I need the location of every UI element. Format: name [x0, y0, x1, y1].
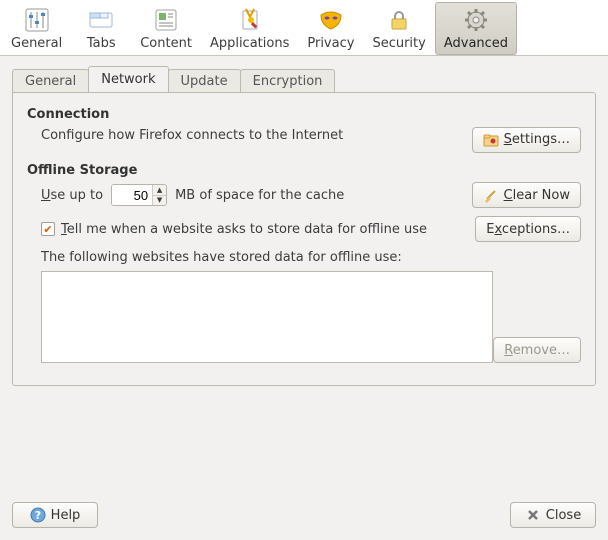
- category-privacy-label: Privacy: [307, 36, 354, 51]
- offline-sites-listbox[interactable]: [41, 271, 493, 363]
- close-button[interactable]: Close: [510, 502, 596, 528]
- subtab-encryption-label: Encryption: [253, 74, 323, 89]
- help-button[interactable]: ? Help: [12, 502, 98, 528]
- tell-me-label: Tell me when a website asks to store dat…: [61, 222, 427, 237]
- category-advanced[interactable]: Advanced: [435, 2, 517, 55]
- subtab-general-label: General: [25, 74, 76, 89]
- network-pane: Connection Configure how Firefox connect…: [12, 92, 596, 386]
- exceptions-button[interactable]: Exceptions… Exceptions…: [475, 216, 581, 242]
- category-general[interactable]: General: [2, 2, 71, 55]
- spin-up-icon[interactable]: ▲: [153, 185, 166, 196]
- offline-title: Offline Storage: [27, 163, 581, 178]
- category-applications-label: Applications: [210, 36, 289, 51]
- remove-label: Remove…: [504, 343, 570, 358]
- subtab-network-label: Network: [101, 72, 155, 87]
- cache-size-input[interactable]: [112, 185, 152, 205]
- subtab-update-label: Update: [181, 74, 228, 89]
- clear-now-button[interactable]: Clear Now Clear Now: [472, 182, 581, 208]
- subtab-update[interactable]: Update: [168, 69, 241, 93]
- subtab-general[interactable]: General: [12, 69, 89, 93]
- settings-folder-icon: [483, 132, 499, 148]
- category-content[interactable]: Content: [131, 2, 201, 55]
- category-toolbar: General Tabs Content Applications Privac…: [0, 0, 608, 56]
- tell-me-checkbox[interactable]: Tell me when a website asks to store dat…: [41, 222, 427, 237]
- category-tabs-label: Tabs: [87, 36, 116, 51]
- applications-icon: [236, 6, 264, 34]
- use-up-to-label: Use up to: [41, 188, 103, 203]
- checkbox-icon: [41, 222, 55, 236]
- content-icon: [152, 6, 180, 34]
- connection-settings-button[interactable]: SSettings…ettings…: [472, 127, 581, 153]
- category-applications[interactable]: Applications: [201, 2, 298, 55]
- category-general-label: General: [11, 36, 62, 51]
- remove-button: Remove… Remove…: [493, 337, 581, 363]
- dialog-footer: ? Help Close: [0, 492, 608, 540]
- help-icon: ?: [30, 507, 46, 523]
- sliders-icon: [23, 6, 51, 34]
- tabs-icon: [87, 6, 115, 34]
- connection-desc: Configure how Firefox connects to the In…: [41, 128, 343, 143]
- exceptions-label: Exceptions…: [486, 222, 570, 237]
- mask-icon: [317, 6, 345, 34]
- spin-down-icon[interactable]: ▼: [153, 196, 166, 206]
- category-security[interactable]: Security: [363, 2, 434, 55]
- broom-icon: [483, 187, 499, 203]
- subtab-bar: General Network Update Encryption: [12, 66, 596, 92]
- close-label: Close: [546, 508, 581, 523]
- stored-list-label: The following websites have stored data …: [41, 250, 581, 265]
- svg-text:?: ?: [34, 509, 40, 522]
- help-label: Help: [51, 508, 81, 523]
- close-icon: [525, 507, 541, 523]
- connection-title: Connection: [27, 107, 581, 122]
- category-tabs[interactable]: Tabs: [71, 2, 131, 55]
- lock-icon: [385, 6, 413, 34]
- subtab-network[interactable]: Network: [88, 66, 168, 92]
- category-privacy[interactable]: Privacy: [298, 2, 363, 55]
- cache-size-spinner[interactable]: ▲ ▼: [111, 184, 167, 206]
- category-advanced-label: Advanced: [444, 36, 508, 51]
- category-content-label: Content: [140, 36, 192, 51]
- subtab-encryption[interactable]: Encryption: [240, 69, 336, 93]
- gear-icon: [462, 6, 490, 34]
- content-area: General Network Update Encryption Connec…: [0, 56, 608, 392]
- connection-settings-label: SSettings…ettings…: [504, 132, 570, 147]
- category-security-label: Security: [372, 36, 425, 51]
- clear-now-label: Clear Now: [504, 188, 570, 203]
- cache-suffix-label: MB of space for the cache: [175, 188, 344, 203]
